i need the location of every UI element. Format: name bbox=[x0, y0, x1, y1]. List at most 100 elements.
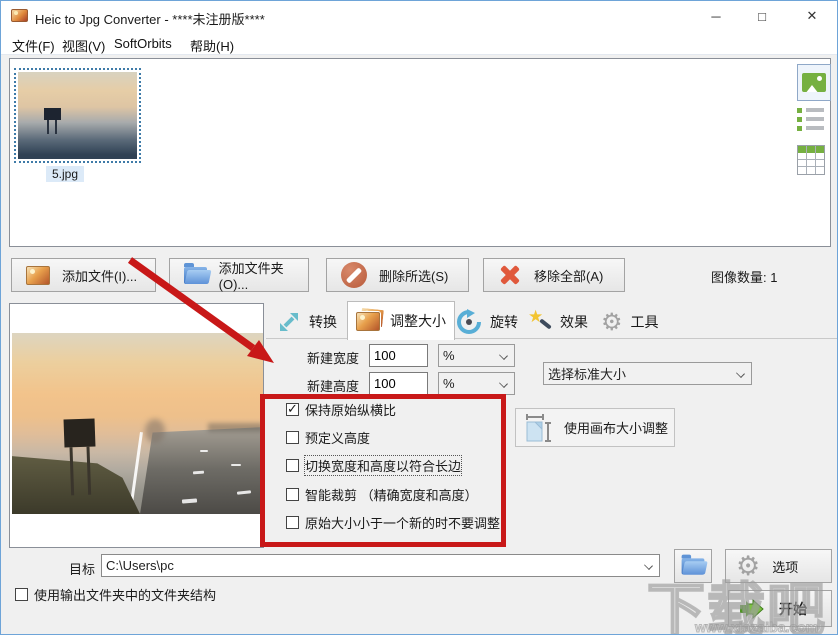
checkbox-box[interactable] bbox=[286, 459, 299, 472]
standard-size-select[interactable]: 选择标准大小 bbox=[543, 362, 752, 385]
chevron-down-icon bbox=[499, 351, 508, 360]
photo-roadsign-shape bbox=[64, 418, 96, 447]
tab-rotate[interactable]: 旋转 bbox=[448, 304, 526, 339]
tab-resize-label: 调整大小 bbox=[390, 311, 446, 331]
maximize-button[interactable]: □ bbox=[739, 1, 785, 31]
folder-icon bbox=[184, 267, 207, 284]
menu-softorbits[interactable]: SoftOrbits bbox=[110, 35, 176, 52]
start-label: 开始 bbox=[779, 599, 807, 619]
checkbox-folder-structure[interactable]: 使用输出文件夹中的文件夹结构 bbox=[15, 585, 216, 604]
remove-all-x-icon bbox=[498, 263, 522, 287]
browse-folder-button[interactable] bbox=[674, 549, 712, 583]
checkbox-swap-width-height[interactable]: 切换宽度和高度以符合长边 bbox=[286, 456, 461, 475]
height-unit-value: % bbox=[443, 376, 455, 391]
checkbox-label: 原始大小小于一个新的时不要调整 bbox=[305, 513, 500, 532]
gear-icon: ⚙ bbox=[736, 553, 760, 580]
chevron-down-icon bbox=[644, 561, 653, 570]
minimize-button[interactable]: ─ bbox=[693, 1, 739, 31]
checkbox-box[interactable] bbox=[286, 403, 299, 416]
canvas-resize-icon bbox=[524, 413, 554, 443]
thumbnail-filename: 5.jpg bbox=[46, 166, 84, 182]
width-unit-select[interactable]: % bbox=[438, 344, 515, 367]
open-folder-icon bbox=[682, 558, 705, 574]
remove-all-label: 移除全部(A) bbox=[534, 266, 603, 285]
menu-bar: 文件(F) 视图(V) SoftOrbits 帮助(H) bbox=[1, 31, 837, 55]
width-unit-value: % bbox=[443, 348, 455, 363]
chevron-down-icon bbox=[736, 369, 745, 378]
new-width-input[interactable] bbox=[369, 344, 428, 367]
tab-effects[interactable]: ★ 效果 bbox=[520, 304, 596, 339]
details-view-button[interactable] bbox=[797, 145, 825, 175]
checkbox-label: 使用输出文件夹中的文件夹结构 bbox=[34, 585, 216, 604]
add-files-label: 添加文件(I)... bbox=[62, 266, 137, 285]
photos-stack-icon bbox=[356, 310, 382, 332]
menu-file[interactable]: 文件(F) bbox=[8, 35, 59, 56]
remove-all-button[interactable]: 移除全部(A) bbox=[483, 258, 625, 292]
canvas-resize-button[interactable]: 使用画布大小调整 bbox=[515, 408, 675, 447]
thumbnail-sign-shape bbox=[44, 108, 61, 120]
new-height-input[interactable] bbox=[369, 372, 428, 395]
rotate-icon bbox=[456, 309, 482, 335]
target-path-value: C:\Users\pc bbox=[106, 558, 174, 573]
add-folder-label: 添加文件夹(O)... bbox=[219, 258, 308, 292]
delete-selected-button[interactable]: 删除所选(S) bbox=[326, 258, 469, 292]
options-button[interactable]: ⚙ 选项 bbox=[725, 549, 832, 583]
tab-rotate-label: 旋转 bbox=[490, 312, 518, 332]
tab-resize[interactable]: 调整大小 bbox=[347, 301, 455, 340]
start-button[interactable]: 开始 bbox=[728, 590, 832, 627]
image-count-label: 图像数量: 1 bbox=[711, 267, 777, 286]
add-files-button[interactable]: 添加文件(I)... bbox=[11, 258, 156, 292]
checkbox-keep-aspect-ratio[interactable]: 保持原始纵横比 bbox=[286, 400, 396, 419]
checkbox-box[interactable] bbox=[286, 488, 299, 501]
list-view-button[interactable] bbox=[797, 108, 827, 134]
thumbnails-view-button[interactable] bbox=[797, 64, 831, 101]
menu-view[interactable]: 视图(V) bbox=[58, 35, 109, 56]
list-view-icon bbox=[797, 108, 827, 112]
new-height-label: 新建高度 bbox=[307, 376, 359, 395]
delete-icon bbox=[341, 262, 367, 288]
checkbox-label: 智能裁剪 （精确宽度和高度） bbox=[305, 485, 478, 504]
checkbox-box[interactable] bbox=[286, 516, 299, 529]
gear-icon: ⚙ bbox=[601, 310, 623, 334]
tab-tools[interactable]: ⚙ 工具 bbox=[593, 304, 667, 339]
checkbox-no-resize-if-smaller[interactable]: 原始大小小于一个新的时不要调整 bbox=[286, 513, 500, 532]
checkbox-predefined-height[interactable]: 预定义高度 bbox=[286, 428, 370, 447]
list-view-icon bbox=[797, 117, 827, 121]
checkbox-label: 预定义高度 bbox=[305, 428, 370, 447]
checkbox-box[interactable] bbox=[15, 588, 28, 601]
target-label: 目标 bbox=[69, 559, 95, 578]
checkbox-smart-crop[interactable]: 智能裁剪 （精确宽度和高度） bbox=[286, 485, 478, 504]
canvas-resize-label: 使用画布大小调整 bbox=[564, 418, 668, 437]
tab-convert[interactable]: 转换 bbox=[269, 304, 345, 339]
options-label: 选项 bbox=[772, 557, 798, 576]
new-width-label: 新建宽度 bbox=[307, 348, 359, 367]
checkbox-label: 保持原始纵横比 bbox=[305, 400, 396, 419]
preview-panel bbox=[9, 303, 264, 548]
tab-convert-label: 转换 bbox=[309, 312, 337, 332]
target-path-combobox[interactable]: C:\Users\pc bbox=[101, 554, 660, 577]
checkbox-box[interactable] bbox=[286, 431, 299, 444]
close-button[interactable]: ✕ bbox=[787, 1, 837, 31]
standard-size-value: 选择标准大小 bbox=[548, 364, 626, 383]
thumbnails-view-icon bbox=[802, 73, 826, 92]
height-unit-select[interactable]: % bbox=[438, 372, 515, 395]
add-folder-button[interactable]: 添加文件夹(O)... bbox=[169, 258, 309, 292]
app-window: Heic to Jpg Converter - ****未注册版**** ─ □… bbox=[0, 0, 838, 635]
image-icon bbox=[26, 266, 50, 285]
list-view-icon bbox=[797, 126, 827, 130]
app-logo-icon bbox=[11, 9, 28, 22]
thumbnail-selected[interactable] bbox=[14, 68, 141, 163]
thumbnail-image[interactable] bbox=[18, 72, 137, 159]
file-list-panel: 5.jpg bbox=[9, 58, 831, 247]
magic-wand-icon: ★ bbox=[528, 310, 552, 334]
chevron-down-icon bbox=[499, 379, 508, 388]
details-view-icon bbox=[798, 146, 824, 153]
resize-arrows-icon bbox=[277, 310, 301, 334]
start-arrow-icon bbox=[739, 597, 769, 621]
preview-image bbox=[12, 333, 263, 514]
menu-help[interactable]: 帮助(H) bbox=[186, 35, 238, 56]
tab-effects-label: 效果 bbox=[560, 312, 588, 332]
checkbox-label: 切换宽度和高度以符合长边 bbox=[305, 456, 461, 475]
tab-tools-label: 工具 bbox=[631, 312, 659, 332]
delete-selected-label: 删除所选(S) bbox=[379, 266, 448, 285]
